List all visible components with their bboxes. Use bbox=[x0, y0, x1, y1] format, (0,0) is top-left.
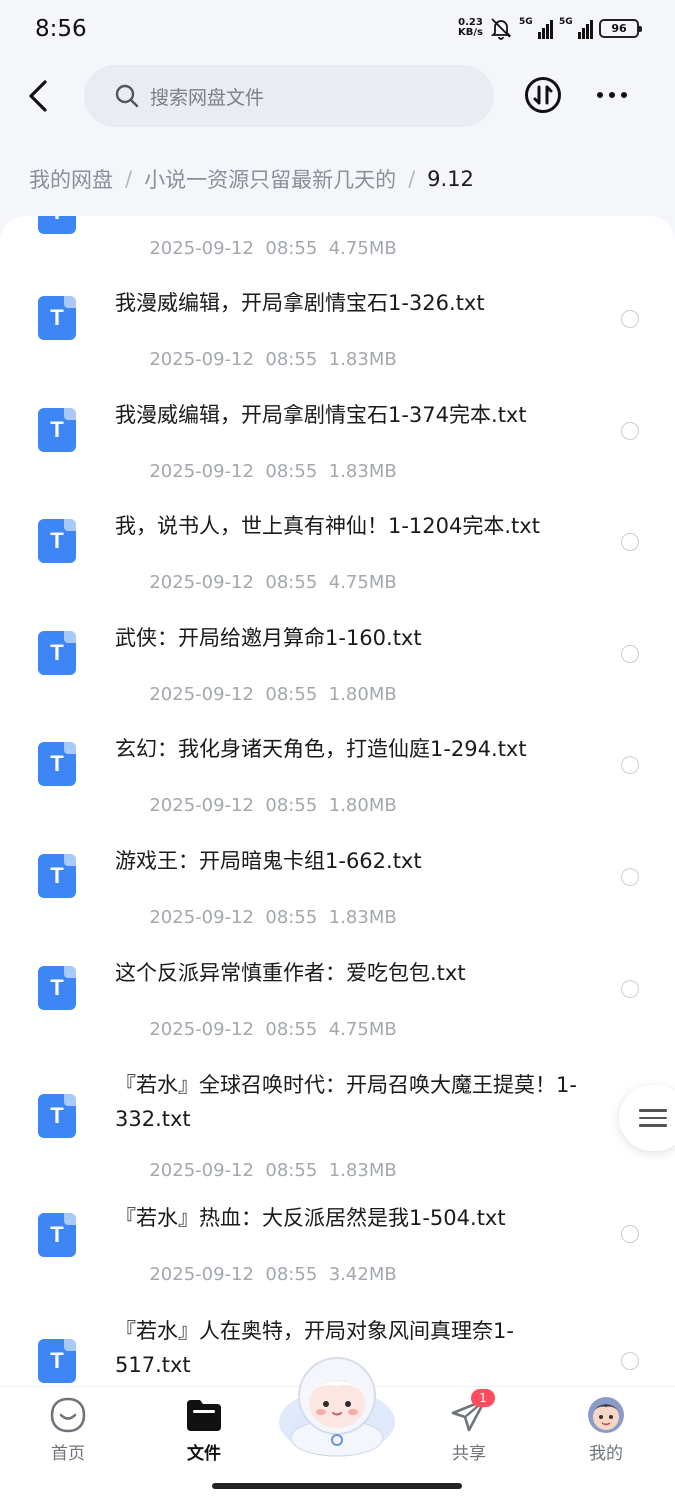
select-radio[interactable] bbox=[621, 1352, 639, 1370]
share-badge: 1 bbox=[471, 1389, 495, 1407]
file-list: T 2025-09-12 08:55 4.75MB T 我漫威编辑，开局拿剧情宝… bbox=[0, 216, 675, 1386]
transfer-icon[interactable] bbox=[524, 76, 562, 114]
txt-file-icon: T bbox=[38, 408, 76, 452]
select-radio[interactable] bbox=[621, 645, 639, 663]
nav-files[interactable]: 文件 bbox=[164, 1395, 244, 1464]
nav-share[interactable]: 1 共享 bbox=[429, 1389, 509, 1464]
file-row[interactable]: T 我漫威编辑，开局拿剧情宝石1-326.txt 2025-09-12 08:5… bbox=[0, 276, 675, 386]
txt-file-icon: T bbox=[38, 296, 76, 340]
nav-mine[interactable]: 我的 bbox=[566, 1395, 646, 1464]
file-name: 玄幻：我化身诸天角色，打造仙庭1-294.txt bbox=[115, 737, 527, 761]
select-radio[interactable] bbox=[621, 868, 639, 886]
file-meta: 2025-09-12 08:55 1.83MB bbox=[149, 1160, 397, 1181]
file-row[interactable]: T 我，说书人，世上真有神仙！1-1204完本.txt 2025-09-12 0… bbox=[0, 499, 675, 609]
status-bar: 8:56 0.23 KB/s 5G 5G 96 bbox=[0, 0, 675, 62]
breadcrumb-separator: / bbox=[408, 167, 416, 191]
search-icon bbox=[115, 84, 139, 108]
file-name: 我漫威编辑，开局拿剧情宝石1-374完本.txt bbox=[115, 403, 527, 427]
nav-home[interactable]: 首页 bbox=[28, 1395, 108, 1464]
txt-file-icon: T bbox=[38, 1094, 76, 1138]
txt-file-icon: T bbox=[38, 1339, 76, 1383]
search-input[interactable]: 搜索网盘文件 bbox=[84, 65, 494, 127]
file-name: 这个反派异常慎重作者：爱吃包包.txt bbox=[115, 961, 466, 985]
chevron-left-icon bbox=[29, 80, 47, 112]
file-name: 我，说书人，世上真有神仙！1-1204完本.txt bbox=[115, 514, 540, 538]
select-radio[interactable] bbox=[621, 980, 639, 998]
file-name: 游戏王：开局暗鬼卡组1-662.txt bbox=[115, 849, 422, 873]
file-meta: 2025-09-12 08:55 3.42MB bbox=[149, 1264, 397, 1285]
select-radio[interactable] bbox=[621, 756, 639, 774]
select-radio[interactable] bbox=[621, 310, 639, 328]
txt-file-icon: T bbox=[38, 519, 76, 563]
breadcrumb-separator: / bbox=[125, 167, 133, 191]
file-name: 『若水』热血：大反派居然是我1-504.txt bbox=[115, 1206, 506, 1230]
status-icons: 0.23 KB/s 5G 5G 96 bbox=[458, 16, 642, 40]
avatar bbox=[588, 1397, 624, 1433]
menu-line-icon bbox=[639, 1109, 667, 1112]
share-icon-wrap: 1 bbox=[449, 1389, 495, 1435]
signal-2-label: 5G bbox=[559, 17, 573, 27]
txt-file-icon: T bbox=[38, 854, 76, 898]
txt-file-icon: T bbox=[38, 1213, 76, 1257]
file-name: 我漫威编辑，开局拿剧情宝石1-326.txt bbox=[115, 291, 485, 315]
file-meta: 2025-09-12 08:55 1.80MB bbox=[149, 795, 397, 816]
folder-icon bbox=[187, 1400, 221, 1431]
menu-line-icon bbox=[639, 1124, 667, 1127]
txt-file-icon: T bbox=[38, 631, 76, 675]
nav-home-label: 首页 bbox=[51, 1444, 85, 1464]
assistant-mascot-icon[interactable] bbox=[276, 1352, 398, 1462]
file-row[interactable]: T 这个反派异常慎重作者：爱吃包包.txt 2025-09-12 08:55 4… bbox=[0, 946, 675, 1056]
more-dot-icon bbox=[609, 92, 615, 98]
more-dot-icon bbox=[597, 92, 603, 98]
breadcrumb-root[interactable]: 我的网盘 bbox=[29, 164, 113, 194]
select-radio[interactable] bbox=[621, 533, 639, 551]
back-button[interactable] bbox=[20, 76, 56, 116]
battery-icon: 96 bbox=[599, 18, 642, 38]
txt-file-icon: T bbox=[38, 742, 76, 786]
file-row[interactable]: T 『若水』全球召唤时代：开局召唤大魔王提莫！1-332.txt 2025-09… bbox=[0, 1058, 675, 1198]
menu-line-icon bbox=[639, 1116, 667, 1120]
file-meta: 2025-09-12 08:55 4.75MB bbox=[149, 1019, 397, 1040]
more-dot-icon bbox=[621, 92, 627, 98]
file-row[interactable]: T 武侠：开局给邀月算命1-160.txt 2025-09-12 08:55 1… bbox=[0, 611, 675, 721]
file-meta: 2025-09-12 08:55 1.83MB bbox=[149, 461, 397, 482]
signal-1-label: 5G bbox=[519, 17, 533, 27]
status-time: 8:56 bbox=[35, 16, 87, 42]
signal-1-icon: 5G bbox=[519, 17, 553, 39]
network-speed: 0.23 KB/s bbox=[458, 18, 483, 38]
signal-2-icon: 5G bbox=[559, 17, 593, 39]
select-radio[interactable] bbox=[621, 1225, 639, 1243]
breadcrumb-folder[interactable]: 小说一资源只留最新几天的 bbox=[144, 164, 396, 194]
nav-mine-label: 我的 bbox=[589, 1444, 623, 1464]
file-row[interactable]: T 游戏王：开局暗鬼卡组1-662.txt 2025-09-12 08:55 1… bbox=[0, 834, 675, 944]
nav-share-label: 共享 bbox=[452, 1444, 486, 1464]
select-radio[interactable] bbox=[621, 422, 639, 440]
breadcrumb: 我的网盘 / 小说一资源只留最新几天的 / 9.12 bbox=[29, 162, 474, 196]
file-name: 武侠：开局给邀月算命1-160.txt bbox=[115, 626, 422, 650]
file-meta: 2025-09-12 08:55 1.80MB bbox=[149, 684, 397, 705]
file-meta: 2025-09-12 08:55 4.75MB bbox=[149, 238, 397, 259]
breadcrumb-current: 9.12 bbox=[427, 167, 474, 191]
file-meta: 2025-09-12 08:55 1.83MB bbox=[149, 907, 397, 928]
file-name: 『若水』全球召唤时代：开局召唤大魔王提莫！1-332.txt bbox=[115, 1073, 577, 1131]
battery-level: 96 bbox=[611, 21, 627, 35]
nav-files-label: 文件 bbox=[187, 1444, 221, 1464]
file-meta: 2025-09-12 08:55 1.83MB bbox=[149, 349, 397, 370]
home-indicator bbox=[212, 1483, 462, 1489]
file-row[interactable]: T 2025-09-12 08:55 4.75MB bbox=[0, 216, 675, 259]
search-placeholder: 搜索网盘文件 bbox=[150, 86, 265, 109]
home-icon bbox=[50, 1397, 86, 1433]
file-row[interactable]: T 『若水』热血：大反派居然是我1-504.txt 2025-09-12 08:… bbox=[0, 1198, 675, 1308]
bell-muted-icon bbox=[490, 18, 512, 40]
more-options-button[interactable] bbox=[592, 80, 632, 110]
file-meta: 2025-09-12 08:55 4.75MB bbox=[149, 572, 397, 593]
network-speed-unit: KB/s bbox=[458, 27, 483, 38]
txt-file-icon: T bbox=[38, 216, 76, 234]
file-row[interactable]: T 玄幻：我化身诸天角色，打造仙庭1-294.txt 2025-09-12 08… bbox=[0, 722, 675, 832]
file-row[interactable]: T 我漫威编辑，开局拿剧情宝石1-374完本.txt 2025-09-12 08… bbox=[0, 388, 675, 498]
txt-file-icon: T bbox=[38, 966, 76, 1010]
